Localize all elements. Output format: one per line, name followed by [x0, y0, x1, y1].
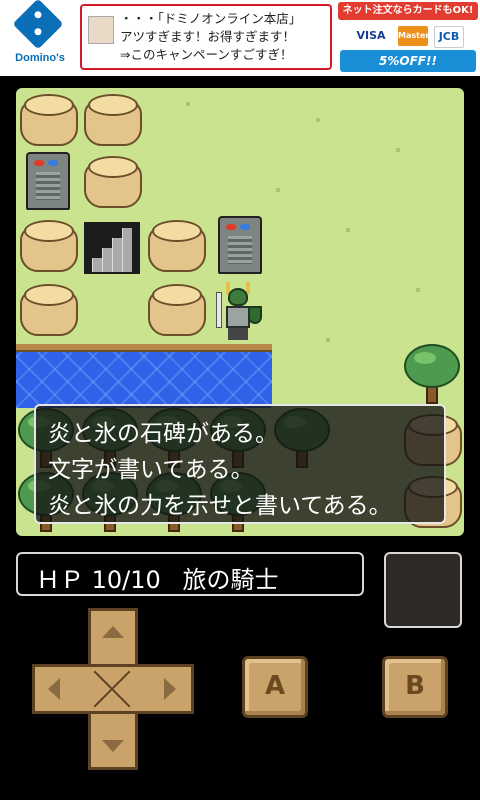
river-bank	[16, 344, 272, 352]
dominos-logo: Domino's	[4, 0, 72, 72]
dialog-line: 文字が書いてある。	[48, 457, 254, 483]
item-slot[interactable]	[384, 552, 462, 628]
b-button-label: B	[405, 671, 425, 701]
down-arrow-icon	[102, 740, 124, 752]
ad-line: ・・・「ドミノオンライン本店」	[120, 11, 302, 26]
stairs-icon[interactable]	[84, 222, 140, 274]
dpad-center	[91, 667, 135, 711]
rock	[20, 94, 78, 146]
grass-tuft	[396, 148, 400, 152]
ad-message-box: ・・・「ドミノオンライン本店」 アツすぎます！お得すぎます！ ⇒このキャンペーン…	[80, 4, 332, 70]
grass-tuft	[276, 188, 280, 192]
dialog-line: 炎と氷の力を示せと書いてある。	[48, 493, 392, 519]
dpad-up-button[interactable]	[88, 608, 138, 664]
hp-label: ＨＰ	[36, 566, 84, 594]
ad-side-panel: ネット注文ならカードもOK! VISA MasterCard JCB 5%OFF…	[338, 2, 478, 74]
ad-banner[interactable]: Domino's ・・・「ドミノオンライン本店」 アツすぎます！お得すぎます！ …	[0, 0, 480, 76]
ad-line: アツすぎます！お得すぎます！	[120, 29, 296, 44]
ad-brand: Domino's	[15, 52, 65, 64]
grass-tuft	[326, 338, 330, 342]
status-text: ＨＰ 10/10 旅の騎士	[36, 560, 278, 595]
stone-tablet[interactable]	[26, 152, 70, 210]
hp-value: 10/10	[91, 566, 161, 594]
grass-tuft	[186, 102, 190, 106]
mastercard-icon: MasterCard	[398, 26, 450, 46]
ad-thumbnail-icon	[88, 16, 114, 44]
dpad[interactable]	[32, 608, 194, 770]
left-arrow-icon	[48, 678, 60, 700]
tree	[402, 344, 462, 408]
player-title: 旅の騎士	[182, 566, 279, 594]
dialog-line: 炎と氷の石碑がある。	[48, 421, 278, 447]
message-window[interactable]: 炎と氷の石碑がある。 文字が書いてある。 炎と氷の力を示せと書いてある。	[34, 404, 446, 524]
b-button[interactable]: B	[382, 656, 448, 718]
grass-tuft	[346, 228, 350, 232]
dominos-domino-icon	[12, 0, 64, 50]
ad-line: ⇒このキャンペーンすごすぎ！	[120, 47, 293, 62]
status-bar: ＨＰ 10/10 旅の騎士	[16, 552, 364, 596]
right-arrow-icon	[164, 678, 176, 700]
visa-icon: VISA	[356, 29, 386, 42]
ad-side-banner: ネット注文ならカードもOK!	[338, 2, 478, 20]
water	[16, 344, 272, 408]
grass-tuft	[416, 288, 420, 292]
dpad-right-button[interactable]	[138, 664, 194, 714]
jcb-icon: JCB	[434, 26, 464, 48]
grass-tuft	[316, 118, 320, 122]
dpad-left-button[interactable]	[32, 664, 88, 714]
ad-discount-badge: 5%OFF!!	[340, 50, 476, 72]
a-button-label: A	[264, 671, 286, 701]
rock	[148, 220, 206, 272]
rock	[148, 284, 206, 336]
ad-message-lines: ・・・「ドミノオンライン本店」 アツすぎます！お得すぎます！ ⇒このキャンペーン…	[120, 10, 301, 64]
rock	[84, 156, 142, 208]
dpad-down-button[interactable]	[88, 714, 138, 770]
rock	[84, 94, 142, 146]
rock	[20, 220, 78, 272]
player-knight	[214, 282, 264, 342]
up-arrow-icon	[102, 626, 124, 638]
stone-tablet[interactable]	[218, 216, 262, 274]
rock	[20, 284, 78, 336]
a-button[interactable]: A	[242, 656, 308, 718]
